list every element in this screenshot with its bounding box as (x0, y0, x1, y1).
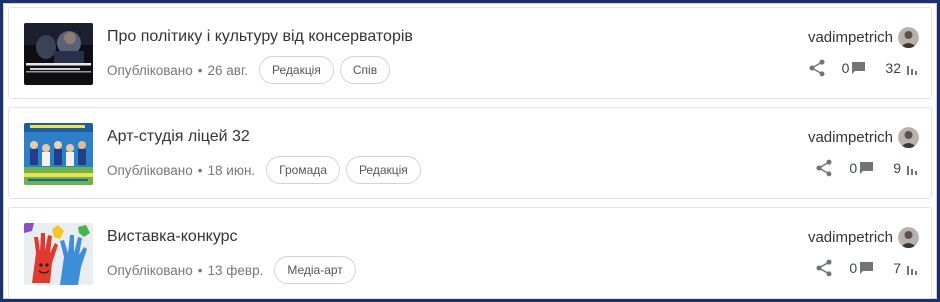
post-thumbnail[interactable] (24, 23, 93, 85)
post-meta: Опубліковано • 26 авг. Редакція Спів (107, 55, 396, 85)
post-status: Опубліковано (107, 62, 193, 78)
post-card[interactable]: Виставка-конкурс Опубліковано • 13 февр.… (8, 207, 932, 299)
comment-count: 0 (841, 60, 850, 76)
tag-chip[interactable]: Спів (339, 56, 391, 84)
comment-icon (852, 62, 866, 74)
post-author[interactable]: vadimpetrich (808, 27, 919, 48)
avatar[interactable] (898, 227, 919, 248)
view-count: 9 (893, 160, 901, 176)
share-icon[interactable] (807, 58, 827, 78)
tag-chip[interactable]: Медіа-арт (274, 256, 356, 284)
post-stats: 0 9 (814, 158, 917, 178)
thumbnail-dark-video-image (24, 23, 93, 85)
thumbnail-school-banner-image (24, 123, 93, 185)
post-stats: 0 7 (814, 258, 917, 278)
post-date: 18 июн. (207, 162, 256, 178)
post-thumbnail[interactable] (24, 123, 93, 185)
post-status: Опубліковано (107, 162, 193, 178)
post-title[interactable]: Про політику і культуру від консерваторі… (107, 28, 413, 46)
share-icon[interactable] (814, 258, 834, 278)
comment-icon (860, 162, 874, 174)
meta-separator: • (197, 62, 203, 78)
post-meta: Опубліковано • 13 февр. Медіа-арт (107, 255, 362, 285)
post-date: 26 авг. (207, 62, 248, 78)
share-icon[interactable] (814, 158, 834, 178)
meta-separator: • (197, 262, 203, 278)
post-title[interactable]: Арт-студія ліцей 32 (107, 128, 250, 146)
comment-icon (860, 262, 874, 274)
post-meta: Опубліковано • 18 июн. Громада Редакція (107, 155, 427, 185)
comment-count: 0 (849, 260, 858, 276)
post-author[interactable]: vadimpetrich (808, 127, 919, 148)
thumbnail-painted-hands-image (24, 223, 93, 285)
author-name[interactable]: vadimpetrich (808, 229, 893, 246)
window-frame: Про політику і культуру від консерваторі… (0, 0, 940, 302)
post-card[interactable]: Арт-студія ліцей 32 Опубліковано • 18 ию… (8, 107, 932, 199)
tag-chip[interactable]: Редакція (259, 56, 334, 84)
author-name[interactable]: vadimpetrich (808, 129, 893, 146)
bar-chart-icon (907, 165, 917, 175)
post-thumbnail[interactable] (24, 223, 93, 285)
post-title[interactable]: Виставка-конкурс (107, 228, 238, 246)
author-name[interactable]: vadimpetrich (808, 29, 893, 46)
post-date: 13 февр. (207, 262, 264, 278)
meta-separator: • (197, 162, 203, 178)
bar-chart-icon (907, 265, 917, 275)
bar-chart-icon (907, 65, 917, 75)
avatar[interactable] (898, 127, 919, 148)
post-card[interactable]: Про політику і культуру від консерваторі… (8, 7, 932, 99)
post-author[interactable]: vadimpetrich (808, 227, 919, 248)
post-status: Опубліковано (107, 262, 193, 278)
avatar[interactable] (898, 27, 919, 48)
post-stats: 0 32 (807, 58, 917, 78)
tag-chip[interactable]: Редакція (345, 156, 421, 184)
comment-count: 0 (849, 160, 858, 176)
view-count: 32 (885, 60, 901, 76)
tag-chip[interactable]: Громада (266, 156, 340, 184)
view-count: 7 (893, 260, 901, 276)
